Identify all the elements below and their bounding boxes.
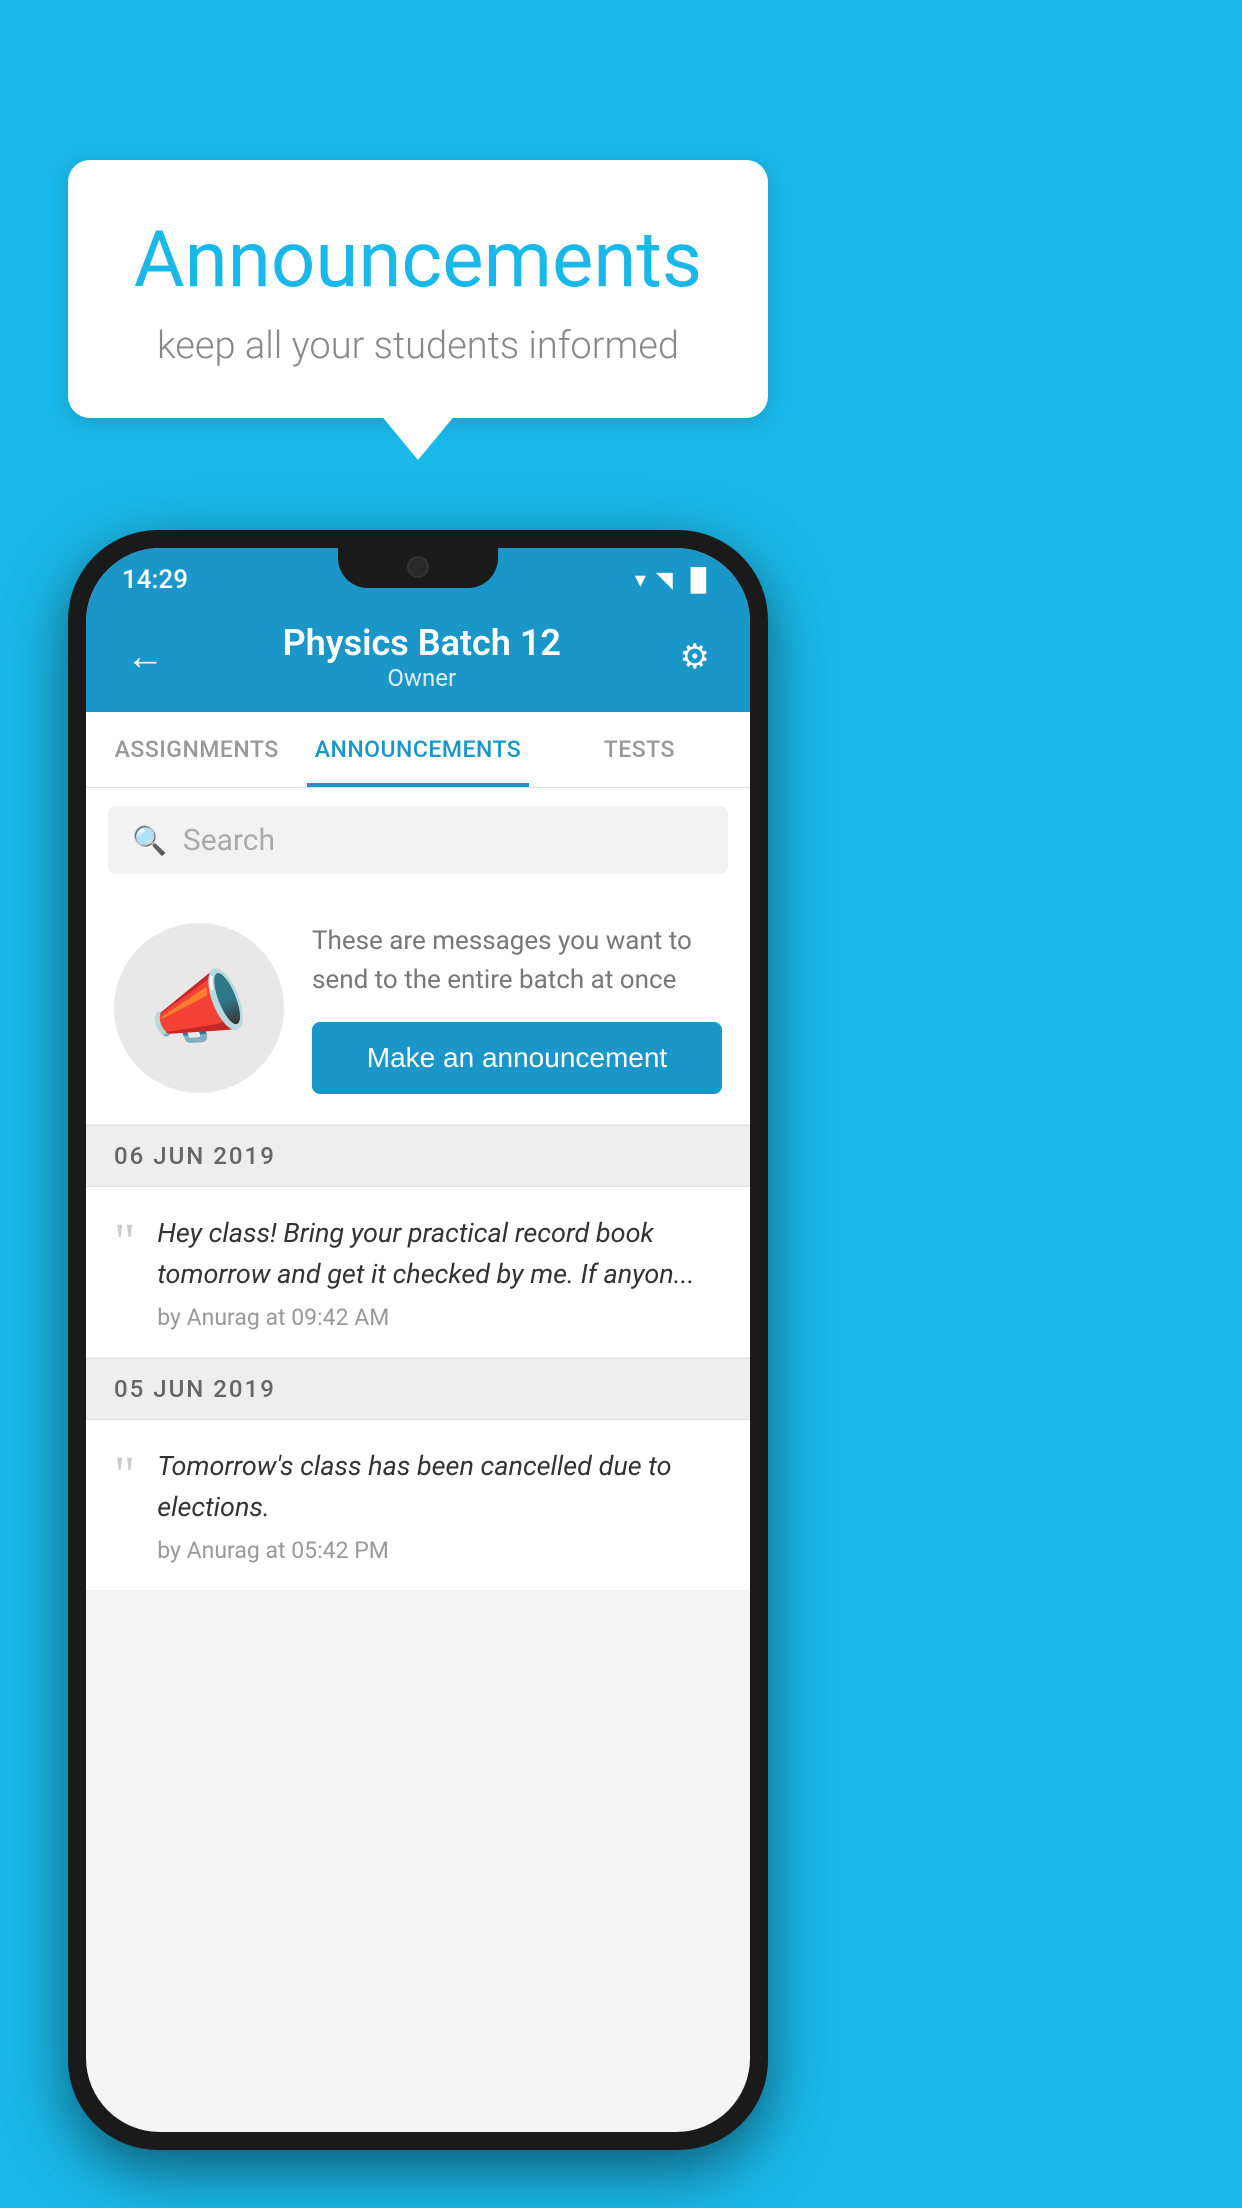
settings-button[interactable]: ⚙: [670, 627, 720, 687]
tab-tests[interactable]: TESTS: [529, 712, 750, 787]
bubble-subtitle: keep all your students informed: [128, 324, 708, 368]
announcement-text-2: Tomorrow's class has been cancelled due …: [157, 1446, 722, 1527]
promo-description: These are messages you want to send to t…: [312, 922, 722, 1000]
status-time: 14:29: [122, 565, 188, 595]
announcement-item-2[interactable]: " Tomorrow's class has been cancelled du…: [86, 1420, 750, 1591]
tab-bar: ASSIGNMENTS ANNOUNCEMENTS TESTS: [86, 712, 750, 788]
bubble-title: Announcements: [128, 215, 708, 306]
promo-right: These are messages you want to send to t…: [312, 922, 722, 1094]
tab-assignments[interactable]: ASSIGNMENTS: [86, 712, 307, 787]
announcement-meta-1: by Anurag at 09:42 AM: [157, 1304, 722, 1331]
make-announcement-button[interactable]: Make an announcement: [312, 1022, 722, 1094]
phone: 14:29 ▾ ◥ ▐▌ ← Physics Batch 12 Owner ⚙: [68, 530, 768, 2150]
app-bar-title-group: Physics Batch 12 Owner: [174, 622, 670, 692]
phone-screen: 14:29 ▾ ◥ ▐▌ ← Physics Batch 12 Owner ⚙: [86, 548, 750, 2132]
battery-icon: ▐▌: [683, 567, 714, 593]
phone-camera: [407, 556, 429, 578]
search-bar[interactable]: 🔍 Search: [108, 806, 728, 874]
status-icons: ▾ ◥ ▐▌: [635, 567, 714, 593]
content-area: 🔍 Search 📣 These are messages you want t…: [86, 788, 750, 1591]
app-bar: ← Physics Batch 12 Owner ⚙: [86, 602, 750, 712]
megaphone-circle: 📣: [114, 923, 284, 1093]
announcement-meta-2: by Anurag at 05:42 PM: [157, 1537, 722, 1564]
speech-bubble: Announcements keep all your students inf…: [68, 160, 768, 418]
quote-icon-1: ": [114, 1217, 135, 1269]
signal-icon: ◥: [656, 568, 673, 593]
date-separator-2: 05 JUN 2019: [86, 1358, 750, 1420]
search-icon: 🔍: [132, 824, 167, 857]
search-placeholder: Search: [183, 823, 275, 858]
app-bar-title: Physics Batch 12: [174, 622, 670, 664]
date-separator-1: 06 JUN 2019: [86, 1125, 750, 1187]
announcement-text-1: Hey class! Bring your practical record b…: [157, 1213, 722, 1294]
announcement-item-1[interactable]: " Hey class! Bring your practical record…: [86, 1187, 750, 1358]
phone-outer: 14:29 ▾ ◥ ▐▌ ← Physics Batch 12 Owner ⚙: [68, 530, 768, 2150]
announcement-content-1: Hey class! Bring your practical record b…: [157, 1213, 722, 1331]
wifi-icon: ▾: [635, 568, 646, 593]
announcement-promo: 📣 These are messages you want to send to…: [86, 892, 750, 1125]
back-button[interactable]: ←: [116, 625, 174, 689]
search-container: 🔍 Search: [86, 788, 750, 892]
megaphone-icon: 📣: [149, 961, 249, 1055]
tab-announcements[interactable]: ANNOUNCEMENTS: [307, 712, 528, 787]
announcement-content-2: Tomorrow's class has been cancelled due …: [157, 1446, 722, 1564]
quote-icon-2: ": [114, 1450, 135, 1502]
phone-notch: [338, 548, 498, 588]
app-bar-subtitle: Owner: [174, 664, 670, 692]
